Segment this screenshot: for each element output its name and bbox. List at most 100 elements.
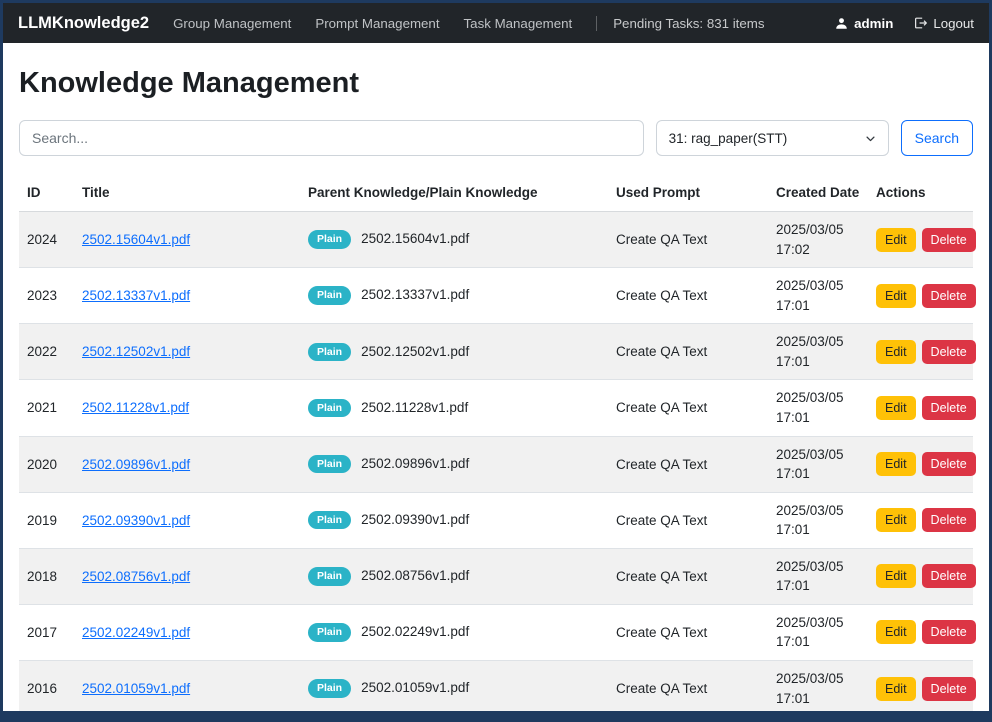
table-row: 2016 2502.01059v1.pdf Plain2502.01059v1.pd… xyxy=(19,661,973,712)
chevron-down-icon xyxy=(865,133,876,144)
search-button[interactable]: Search xyxy=(901,120,973,156)
cell-id: 2024 xyxy=(19,212,74,268)
page-title: Knowledge Management xyxy=(19,67,973,100)
cell-id: 2023 xyxy=(19,268,74,324)
delete-button[interactable]: Delete xyxy=(922,452,976,476)
cell-used-prompt: Create QA Text xyxy=(608,548,768,604)
parent-knowledge-name: 2502.08756v1.pdf xyxy=(361,568,469,583)
table-row: 2018 2502.08756v1.pdf Plain 2502.08756v1.pd… xyxy=(19,548,973,604)
group-select[interactable]: 31: rag_paper(STT) xyxy=(656,120,889,156)
navbar-right: admin Logout xyxy=(835,16,974,31)
col-id: ID xyxy=(19,174,74,212)
table-row: 20222502.12502v1.pdfPlain2502.12502v1.pd… xyxy=(19,324,973,380)
edit-button[interactable]: Edit xyxy=(876,228,916,252)
logout-icon xyxy=(913,16,927,30)
cell-parent-knowledge: Plain2502.01059v1.pdf xyxy=(300,661,608,712)
plain-badge: Plain xyxy=(308,230,351,249)
cell-actions: EditDelete xyxy=(868,661,973,712)
delete-button[interactable]: Delete xyxy=(922,284,976,308)
cell-id: 2016 xyxy=(19,661,74,712)
parent-knowledge-name: 2502.09390v1.pdf xyxy=(361,512,469,527)
cell-id: 2017 xyxy=(19,604,74,660)
table-row: 20202502.09896v1.pdfPlain2502.09896v1.pd… xyxy=(19,436,973,492)
knowledge-title-link[interactable]: 2502.02249v1.pdf xyxy=(82,625,190,640)
search-input[interactable] xyxy=(19,120,644,156)
cell-created-date: 2025/03/05 17:01 xyxy=(768,324,868,380)
cell-actions: EditDelete xyxy=(868,436,973,492)
table-row: 20242502.15604v1.pdfPlain2502.15604v1.pd… xyxy=(19,212,973,268)
cell-used-prompt: Create QA Text xyxy=(608,436,768,492)
knowledge-title-link[interactable]: 2502.08756v1.pdf xyxy=(82,569,190,584)
logout-button[interactable]: Logout xyxy=(913,16,974,31)
knowledge-title-link[interactable]: 2502.09896v1.pdf xyxy=(82,457,190,472)
plain-badge: Plain xyxy=(308,623,351,642)
cell-id: 2020 xyxy=(19,436,74,492)
app-window: LLMKnowledge2 Group Management Prompt Ma… xyxy=(0,0,992,722)
top-navbar: LLMKnowledge2 Group Management Prompt Ma… xyxy=(3,3,989,43)
parent-knowledge-name: 2502.09896v1.pdf xyxy=(361,456,469,471)
nav-item-prompt-management[interactable]: Prompt Management xyxy=(315,16,439,31)
cell-created-date: 2025/03/05 17:01 xyxy=(768,604,868,660)
cell-parent-knowledge: Plain2502.09896v1.pdf xyxy=(300,436,608,492)
delete-button[interactable]: Delete xyxy=(922,564,976,588)
cell-used-prompt: Create QA Text xyxy=(608,604,768,660)
nav-item-group-management[interactable]: Group Management xyxy=(173,16,291,31)
cell-actions: EditDelete xyxy=(868,548,973,604)
delete-button[interactable]: Delete xyxy=(922,677,976,701)
cell-title: 2502.13337v1.pdf xyxy=(74,268,300,324)
delete-button[interactable]: Delete xyxy=(922,340,976,364)
cell-title: 2502.09390v1.pdf xyxy=(74,492,300,548)
edit-button[interactable]: Edit xyxy=(876,564,916,588)
cell-parent-knowledge: Plain 2502.09390v1.pdf xyxy=(300,492,608,548)
table-row: 2017 2502.02249v1.pdf Plain 2502.02249v1.pd… xyxy=(19,604,973,660)
edit-button[interactable]: Edit xyxy=(876,284,916,308)
cell-actions: EditDelete xyxy=(868,212,973,268)
cell-created-date: 2025/03/05 17:01 xyxy=(768,548,868,604)
brand-logo[interactable]: LLMKnowledge2 xyxy=(18,14,149,33)
cell-created-date: 2025/03/05 17:01 xyxy=(768,380,868,436)
edit-button[interactable]: Edit xyxy=(876,620,916,644)
cell-created-date: 2025/03/05 17:01 xyxy=(768,661,868,712)
cell-parent-knowledge: Plain2502.12502v1.pdf xyxy=(300,324,608,380)
cell-actions: EditDelete xyxy=(868,268,973,324)
main-content: Knowledge Management 31: rag_paper(STT) … xyxy=(3,43,989,711)
cell-title: 2502.09896v1.pdf xyxy=(74,436,300,492)
cell-parent-knowledge: Plain 2502.02249v1.pdf xyxy=(300,604,608,660)
delete-button[interactable]: Delete xyxy=(922,228,976,252)
logout-label: Logout xyxy=(933,16,974,31)
edit-button[interactable]: Edit xyxy=(876,677,916,701)
col-parent-knowledge: Parent Knowledge/Plain Knowledge xyxy=(300,174,608,212)
delete-button[interactable]: Delete xyxy=(922,620,976,644)
delete-button[interactable]: Delete xyxy=(922,396,976,420)
nav-item-task-management[interactable]: Task Management xyxy=(464,16,573,31)
cell-id: 2018 xyxy=(19,548,74,604)
cell-parent-knowledge: Plain2502.13337v1.pdf xyxy=(300,268,608,324)
knowledge-title-link[interactable]: 2502.01059v1.pdf xyxy=(82,681,190,696)
parent-knowledge-name: 2502.02249v1.pdf xyxy=(361,624,469,639)
cell-created-date: 2025/03/05 17:01 xyxy=(768,436,868,492)
pending-tasks-status: Pending Tasks: 831 items xyxy=(596,16,764,31)
edit-button[interactable]: Edit xyxy=(876,340,916,364)
edit-button[interactable]: Edit xyxy=(876,508,916,532)
user-menu: admin xyxy=(835,16,893,31)
group-select-value: 31: rag_paper(STT) xyxy=(669,131,788,146)
plain-badge: Plain xyxy=(308,567,351,586)
cell-created-date: 2025/03/05 17:01 xyxy=(768,492,868,548)
col-actions: Actions xyxy=(868,174,973,212)
knowledge-title-link[interactable]: 2502.09390v1.pdf xyxy=(82,513,190,528)
table-header-row: ID Title Parent Knowledge/Plain Knowledg… xyxy=(19,174,973,212)
knowledge-title-link[interactable]: 2502.13337v1.pdf xyxy=(82,288,190,303)
cell-actions: EditDelete xyxy=(868,604,973,660)
delete-button[interactable]: Delete xyxy=(922,508,976,532)
plain-badge: Plain xyxy=(308,511,351,530)
cell-actions: EditDelete xyxy=(868,492,973,548)
knowledge-title-link[interactable]: 2502.12502v1.pdf xyxy=(82,344,190,359)
edit-button[interactable]: Edit xyxy=(876,452,916,476)
knowledge-title-link[interactable]: 2502.15604v1.pdf xyxy=(82,232,190,247)
knowledge-title-link[interactable]: 2502.11228v1.pdf xyxy=(82,400,189,415)
plain-badge: Plain xyxy=(308,343,351,362)
edit-button[interactable]: Edit xyxy=(876,396,916,420)
cell-used-prompt: Create QA Text xyxy=(608,212,768,268)
knowledge-table: ID Title Parent Knowledge/Plain Knowledg… xyxy=(19,174,973,711)
cell-actions: EditDelete xyxy=(868,380,973,436)
